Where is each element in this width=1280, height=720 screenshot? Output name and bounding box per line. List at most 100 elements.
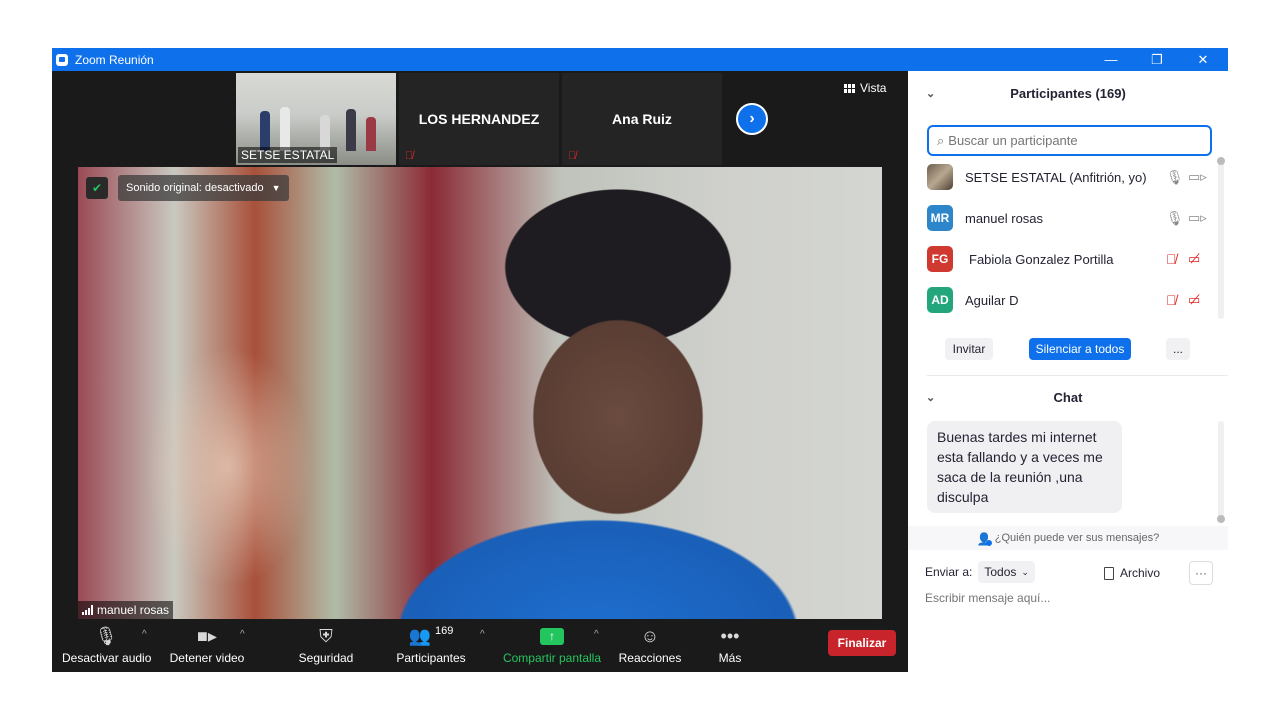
search-icon: ⌕ [937, 132, 945, 148]
more-label: Más [718, 651, 742, 665]
security-label: Seguridad [298, 651, 354, 665]
tile-name: Ana Ruiz [612, 111, 672, 127]
scroll-thumb[interactable] [1217, 157, 1225, 165]
chevron-down-icon: ⌄ [1021, 566, 1029, 577]
send-to-label: Enviar a: [925, 565, 973, 579]
video-tile-setse[interactable]: SETSE ESTATAL [236, 73, 396, 165]
more-button[interactable]: ••• Más [708, 625, 752, 666]
mute-all-button[interactable]: Silenciar a todos [1029, 338, 1131, 360]
avatar: AD [927, 287, 953, 313]
chat-scrollbar[interactable] [1217, 421, 1225, 523]
collapse-participants-chevron-icon[interactable]: ⌄ [926, 87, 935, 100]
share-options-caret-icon[interactable]: ^ [594, 629, 599, 640]
video-tile-ana-ruiz[interactable]: Ana Ruiz 🎙̸ [562, 73, 722, 165]
share-screen-button[interactable]: ↑ Compartir pantalla [502, 625, 602, 665]
dropdown-caret-icon: ▼ [271, 183, 281, 193]
participants-title: Participantes (169) [1010, 85, 1126, 101]
video-camera-off-icon[interactable]: ▭̸ [1188, 251, 1200, 267]
microphone-icon: 🎙 [94, 625, 118, 646]
participants-more-button[interactable]: ... [1166, 338, 1190, 360]
tile-name: SETSE ESTATAL [238, 147, 338, 163]
speaker-name-tag: manuel rosas [78, 601, 174, 619]
microphone-muted-icon[interactable]: 🎙̸ [1166, 292, 1177, 308]
video-options-caret-icon[interactable]: ^ [240, 629, 245, 640]
participant-search[interactable]: ⌕ [927, 125, 1212, 156]
recipient-value: Todos [984, 565, 1017, 579]
mute-audio-label: Desactivar audio [62, 651, 152, 665]
active-speaker-video: ✔ Sonido original: desactivado ▼ manuel … [78, 167, 882, 619]
view-button[interactable]: Vista [844, 81, 886, 95]
participant-row[interactable]: SETSE ESTATAL (Anfitrión, yo) 🎙 ▭▹ [908, 159, 1228, 195]
audio-options-caret-icon[interactable]: ^ [142, 629, 147, 640]
zoom-logo-icon [56, 53, 68, 66]
participant-row[interactable]: AD Aguilar D 🎙̸ ▭̸ [908, 282, 1228, 318]
user-visibility-icon: 👤 [976, 531, 992, 546]
send-to: Enviar a: Todos ⌄ [925, 561, 1035, 583]
sound-label: Sonido original: desactivado [126, 182, 264, 194]
person-figure [280, 107, 290, 151]
reactions-label: Reacciones [618, 651, 682, 665]
avatar [927, 164, 953, 190]
participants-scrollbar[interactable] [1217, 157, 1225, 319]
minimize-button[interactable]: — [1088, 48, 1134, 71]
file-icon [1104, 566, 1114, 580]
person-figure [346, 109, 356, 151]
chevron-right-icon: › [749, 110, 755, 127]
participant-row[interactable]: MR manuel rosas 🎙 ▭▹ [908, 200, 1228, 236]
smiley-add-icon: ☺ [640, 625, 660, 646]
participants-count: 169 [435, 625, 454, 637]
chat-more-button[interactable]: ··· [1189, 561, 1213, 585]
speaker-name: manuel rosas [97, 603, 170, 617]
microphone-icon[interactable]: 🎙 [1166, 210, 1184, 227]
divider [927, 375, 1228, 376]
participant-name: Aguilar D [965, 292, 1019, 308]
stop-video-label: Detener video [169, 651, 245, 665]
avatar: FG [927, 246, 953, 272]
stop-video-button[interactable]: ■▸ Detener video [168, 625, 246, 666]
reactions-button[interactable]: ☺ Reacciones [618, 625, 682, 666]
security-button[interactable]: ⛨ Seguridad [295, 625, 357, 666]
participant-search-input[interactable] [948, 133, 1189, 148]
chat-message-input[interactable] [925, 591, 1215, 605]
original-sound-toggle[interactable]: Sonido original: desactivado ▼ [118, 175, 289, 201]
participants-options-caret-icon[interactable]: ^ [480, 629, 485, 640]
participant-name: Fabiola Gonzalez Portilla [969, 251, 1114, 267]
person-figure [320, 115, 330, 151]
microphone-muted-icon[interactable]: 🎙̸ [1166, 251, 1177, 267]
video-tile-los-hernandez[interactable]: LOS HERNANDEZ 🎙̸ [399, 73, 559, 165]
file-button[interactable]: Archivo [1104, 566, 1160, 580]
collapse-chat-chevron-icon[interactable]: ⌄ [926, 391, 935, 404]
window-title: Zoom Reunión [75, 52, 154, 67]
message-visibility-info[interactable]: 👤 ¿Quién puede ver sus mensajes? [908, 526, 1228, 550]
shield-icon: ⛨ [319, 625, 333, 646]
microphone-icon[interactable]: 🎙 [1166, 169, 1184, 186]
mute-audio-button[interactable]: 🎙 Desactivar audio [62, 625, 152, 666]
participants-header: ⌄ Participantes (169) [908, 71, 1228, 115]
video-camera-off-icon[interactable]: ▭̸ [1188, 292, 1200, 308]
mic-muted-icon: 🎙̸ [405, 150, 414, 162]
video-camera-icon[interactable]: ▭▹ [1188, 210, 1207, 226]
recipient-dropdown[interactable]: Todos ⌄ [978, 561, 1035, 583]
signal-strength-icon [82, 605, 93, 615]
meeting-area: SETSE ESTATAL LOS HERNANDEZ 🎙̸ Ana Ruiz … [52, 71, 908, 672]
participants-button[interactable]: 👥 169 Participantes [395, 625, 467, 665]
participant-name: manuel rosas [965, 210, 1044, 226]
video-camera-icon[interactable]: ▭▹ [1188, 169, 1207, 185]
encryption-shield-icon[interactable]: ✔ [86, 177, 108, 199]
scroll-thumb[interactable] [1217, 515, 1225, 523]
more-dots-icon: ••• [720, 625, 740, 646]
grid-icon [844, 83, 855, 93]
share-screen-icon: ↑ [540, 627, 564, 645]
title-bar: Zoom Reunión — ❐ ✕ [52, 48, 1228, 71]
tile-name: LOS HERNANDEZ [418, 111, 540, 127]
chat-header: ⌄ Chat [908, 383, 1228, 411]
view-label: Vista [860, 81, 887, 95]
participant-row[interactable]: FG Fabiola Gonzalez Portilla 🎙̸ ▭̸ [908, 241, 1228, 277]
close-button[interactable]: ✕ [1180, 48, 1226, 71]
invite-button[interactable]: Invitar [945, 338, 993, 360]
restore-button[interactable]: ❐ [1134, 48, 1180, 71]
participants-icon: 👥 169 [408, 625, 454, 646]
next-page-button[interactable]: › [736, 103, 768, 135]
zoom-window: Zoom Reunión — ❐ ✕ SETSE ESTATAL LOS HER… [52, 48, 1228, 672]
end-meeting-button[interactable]: Finalizar [828, 630, 896, 656]
